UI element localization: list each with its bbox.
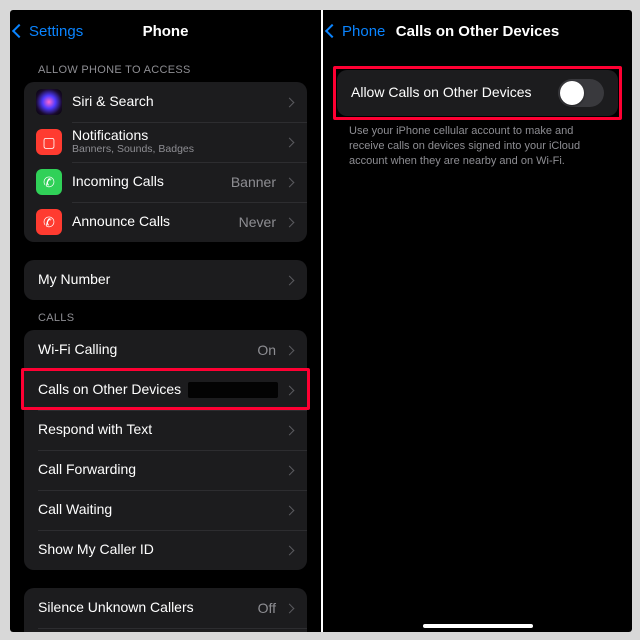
row-value: Never xyxy=(239,214,276,230)
row-label: Siri & Search xyxy=(72,94,286,109)
row-label: Announce Calls xyxy=(72,214,239,229)
chevron-right-icon xyxy=(285,465,295,475)
group-calls: Wi-Fi Calling On Calls on Other Devices … xyxy=(24,330,307,570)
row-allow-calls-toggle[interactable]: Allow Calls on Other Devices xyxy=(337,70,618,116)
chevron-right-icon xyxy=(285,545,295,555)
chevron-right-icon xyxy=(285,137,295,147)
row-label: Respond with Text xyxy=(38,422,286,437)
row-label: Silence Unknown Callers xyxy=(38,600,258,615)
siri-icon xyxy=(36,89,62,115)
section-header-calls: CALLS xyxy=(10,300,321,330)
phone-calls-on-other-devices-screen: Phone Calls on Other Devices Allow Calls… xyxy=(321,10,632,632)
row-call-waiting[interactable]: Call Waiting xyxy=(24,490,307,530)
row-label: Call Forwarding xyxy=(38,462,286,477)
row-incoming-calls[interactable]: ✆ Incoming Calls Banner xyxy=(24,162,307,202)
page-title: Phone xyxy=(143,23,189,40)
row-calls-on-other-devices[interactable]: Calls on Other Devices xyxy=(24,370,307,410)
row-value: On xyxy=(257,342,276,358)
toggle-knob xyxy=(560,81,584,105)
back-button-settings[interactable]: Settings xyxy=(14,23,83,40)
chevron-right-icon xyxy=(285,505,295,515)
chevron-right-icon xyxy=(285,345,295,355)
row-label-text: Notifications xyxy=(72,127,148,143)
incoming-calls-icon: ✆ xyxy=(36,169,62,195)
announce-calls-icon: ✆ xyxy=(36,209,62,235)
row-label: My Number xyxy=(38,272,286,287)
chevron-right-icon xyxy=(285,385,295,395)
row-label: Notifications Banners, Sounds, Badges xyxy=(72,128,286,156)
nav-bar: Phone Calls on Other Devices xyxy=(323,10,632,52)
description-text: Use your iPhone cellular account to make… xyxy=(323,116,632,169)
row-siri-search[interactable]: Siri & Search xyxy=(24,82,307,122)
group-my-number: My Number xyxy=(24,260,307,300)
chevron-right-icon xyxy=(285,97,295,107)
allow-calls-toggle[interactable] xyxy=(558,79,604,107)
page-title: Calls on Other Devices xyxy=(396,23,559,40)
row-label: Allow Calls on Other Devices xyxy=(351,85,558,100)
group-allow-calls: Allow Calls on Other Devices xyxy=(337,70,618,116)
group-bottom: Silence Unknown Callers Off Blocked Cont… xyxy=(24,588,307,632)
row-call-forwarding[interactable]: Call Forwarding xyxy=(24,450,307,490)
row-label: Calls on Other Devices xyxy=(38,382,188,397)
group-access: Siri & Search ▢ Notifications Banners, S… xyxy=(24,82,307,242)
back-label: Settings xyxy=(29,23,83,40)
chevron-right-icon xyxy=(285,177,295,187)
row-respond-with-text[interactable]: Respond with Text xyxy=(24,410,307,450)
phone-settings-screen: Settings Phone ALLOW PHONE TO ACCESS Sir… xyxy=(10,10,321,632)
chevron-left-icon xyxy=(325,24,339,38)
row-label: Call Waiting xyxy=(38,502,286,517)
chevron-right-icon xyxy=(285,603,295,613)
row-my-number[interactable]: My Number xyxy=(24,260,307,300)
row-value: Off xyxy=(258,600,276,616)
row-label: Incoming Calls xyxy=(72,174,231,189)
row-show-my-caller-id[interactable]: Show My Caller ID xyxy=(24,530,307,570)
row-label: Show My Caller ID xyxy=(38,542,286,557)
back-button-phone[interactable]: Phone xyxy=(327,23,385,40)
chevron-right-icon xyxy=(285,217,295,227)
row-blocked-contacts[interactable]: Blocked Contacts xyxy=(24,628,307,632)
chevron-right-icon xyxy=(285,425,295,435)
row-label: Wi-Fi Calling xyxy=(38,342,257,357)
row-wifi-calling[interactable]: Wi-Fi Calling On xyxy=(24,330,307,370)
row-announce-calls[interactable]: ✆ Announce Calls Never xyxy=(24,202,307,242)
back-label: Phone xyxy=(342,23,385,40)
section-header-access: ALLOW PHONE TO ACCESS xyxy=(10,52,321,82)
row-sublabel: Banners, Sounds, Badges xyxy=(72,144,286,156)
redacted-value xyxy=(188,382,278,398)
chevron-right-icon xyxy=(285,275,295,285)
row-silence-unknown-callers[interactable]: Silence Unknown Callers Off xyxy=(24,588,307,628)
row-notifications[interactable]: ▢ Notifications Banners, Sounds, Badges xyxy=(24,122,307,162)
row-value: Banner xyxy=(231,174,276,190)
notifications-icon: ▢ xyxy=(36,129,62,155)
chevron-left-icon xyxy=(12,24,26,38)
nav-bar: Settings Phone xyxy=(10,10,321,52)
home-indicator[interactable] xyxy=(423,624,533,628)
